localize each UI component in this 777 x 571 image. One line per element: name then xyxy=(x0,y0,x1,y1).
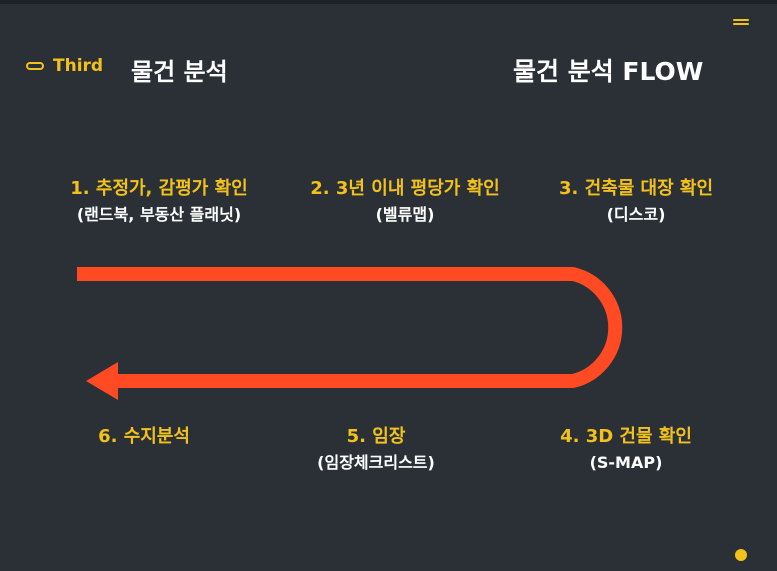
step-1-title: 1. 추정가, 감평가 확인 xyxy=(70,178,248,199)
step-2: 2. 3년 이내 평당가 확인 (벨류맵) xyxy=(290,176,520,228)
step-5: 5. 임장 (임장체크리스트) xyxy=(261,424,491,476)
step-1-sub: (랜드북, 부동산 플래닛) xyxy=(76,205,242,224)
step-4-title: 4. 3D 건물 확인 xyxy=(560,426,692,447)
step-4-sub: (S-MAP) xyxy=(589,453,663,472)
step-2-title: 2. 3년 이내 평당가 확인 xyxy=(310,178,500,199)
step-3-title: 3. 건축물 대장 확인 xyxy=(558,178,714,199)
step-5-title: 5. 임장 xyxy=(346,426,406,447)
step-4: 4. 3D 건물 확인 (S-MAP) xyxy=(511,424,741,476)
step-6-title: 6. 수지분석 xyxy=(98,426,190,447)
step-6: 6. 수지분석 xyxy=(29,424,259,450)
step-3: 3. 건축물 대장 확인 (디스코) xyxy=(521,176,751,228)
step-2-sub: (벨류맵) xyxy=(375,205,435,224)
step-5-sub: (임장체크리스트) xyxy=(317,453,435,472)
dot-icon xyxy=(735,549,747,561)
step-1: 1. 추정가, 감평가 확인 (랜드북, 부동산 플래닛) xyxy=(44,176,274,228)
step-3-sub: (디스코) xyxy=(606,205,666,224)
u-turn-arrow-icon xyxy=(77,267,623,400)
